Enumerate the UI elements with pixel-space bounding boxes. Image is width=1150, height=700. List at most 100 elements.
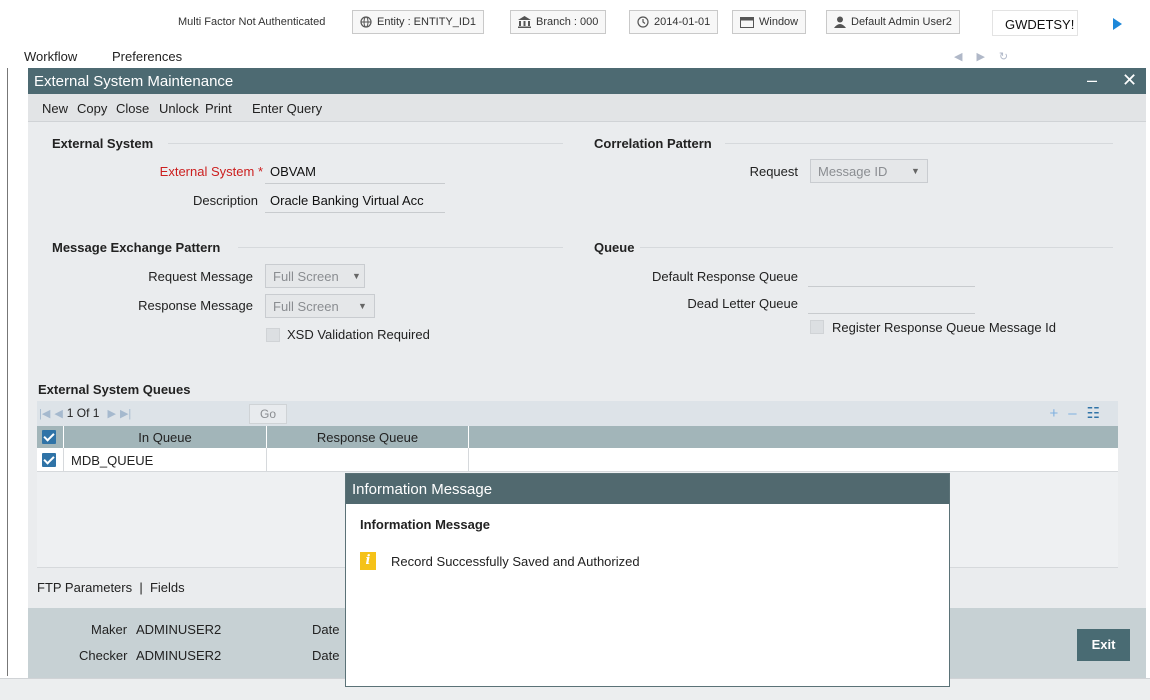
dialog-message: Record Successfully Saved and Authorized <box>391 554 640 569</box>
list-view-icon[interactable]: ☷ <box>1087 405 1110 422</box>
prev-page-icon[interactable]: ◀ <box>54 407 62 420</box>
xsd-validation-checkbox[interactable] <box>266 328 280 342</box>
user-label: Default Admin User2 <box>851 16 952 28</box>
checker-label: Checker <box>79 648 128 663</box>
clock-icon <box>637 16 649 28</box>
grid-header: In Queue Response Queue <box>37 426 1118 448</box>
information-dialog: Information Message Information Message … <box>345 473 950 687</box>
default-response-queue-label: Default Response Queue <box>652 269 798 284</box>
grid-actions: +–☷ <box>1049 404 1110 422</box>
date-chip[interactable]: 2014-01-01 <box>629 10 719 34</box>
section-correlation-pattern: Correlation Pattern <box>594 136 712 151</box>
exit-button[interactable]: Exit <box>1077 629 1130 661</box>
window-label: Window <box>759 16 799 28</box>
table-row[interactable]: MDB_QUEUE <box>37 448 1118 472</box>
section-queue: Queue <box>594 240 635 255</box>
register-response-queue-checkbox[interactable] <box>810 320 824 334</box>
divider <box>238 247 563 248</box>
xsd-validation-label: XSD Validation Required <box>287 327 430 342</box>
last-page-icon[interactable]: ▶| <box>120 407 131 420</box>
description-input[interactable]: Oracle Banking Virtual Acc <box>265 193 445 213</box>
go-button[interactable]: Go <box>249 404 287 424</box>
delete-row-icon[interactable]: – <box>1068 405 1086 422</box>
page-indicator: 1 Of 1 <box>66 406 100 420</box>
menu-workflow[interactable]: Workflow <box>24 49 77 64</box>
select-all-cell <box>37 426 64 448</box>
date-label: 2014-01-01 <box>654 16 711 28</box>
request-message-value: Full Screen <box>273 269 339 284</box>
chevron-down-icon: ▼ <box>352 271 361 281</box>
pager: |◀ ◀ 1 Of 1 ▶ ▶| <box>39 406 131 420</box>
close-icon[interactable]: ✕ <box>1122 70 1137 91</box>
dead-letter-queue-input[interactable] <box>808 313 975 314</box>
section-external-system: External System <box>52 136 154 151</box>
maker-date-label: Date <box>312 622 340 637</box>
dialog-heading: Information Message <box>360 517 491 532</box>
branch-label: Branch : 000 <box>536 16 599 28</box>
dialog-title: Information Message <box>346 474 949 504</box>
branch-chip[interactable]: Branch : 000 <box>510 10 607 34</box>
window-chip[interactable]: Window <box>732 10 807 34</box>
dead-letter-queue-label: Dead Letter Queue <box>687 296 798 311</box>
section-message-exchange: Message Exchange Pattern <box>52 240 221 255</box>
mfa-status: Multi Factor Not Authenticated <box>178 16 326 28</box>
external-system-label: External System * <box>159 164 263 179</box>
description-label: Description <box>192 193 258 208</box>
new-button[interactable]: New <box>42 101 68 116</box>
row-checkbox[interactable] <box>42 453 56 467</box>
play-icon[interactable] <box>1113 18 1122 30</box>
col-in-queue[interactable]: In Queue <box>64 426 267 448</box>
unlock-button[interactable]: Unlock <box>159 101 199 116</box>
in-queue-cell[interactable]: MDB_QUEUE <box>64 448 267 472</box>
divider <box>168 143 563 144</box>
external-system-input[interactable]: OBVAM <box>265 164 445 184</box>
request-message-label: Request Message <box>148 269 253 284</box>
checker-value: ADMINUSER2 <box>136 648 222 663</box>
top-bar: Multi Factor Not Authenticated Entity : … <box>0 0 1150 46</box>
request-label: Request <box>749 164 798 179</box>
col-response-queue[interactable]: Response Queue <box>267 426 469 448</box>
left-border <box>7 68 8 676</box>
response-message-select[interactable]: Full Screen ▼ <box>265 294 375 318</box>
request-select[interactable]: Message ID ▼ <box>810 159 928 183</box>
close-button[interactable]: Close <box>116 101 149 116</box>
menu-preferences[interactable]: Preferences <box>112 49 182 64</box>
bank-icon <box>518 16 531 28</box>
select-all-checkbox[interactable] <box>42 430 56 444</box>
response-message-label: Response Message <box>138 298 253 313</box>
queues-title: External System Queues <box>38 382 191 397</box>
menu-bar: Workflow Preferences ◀▶↻ <box>0 46 1150 68</box>
copy-button[interactable]: Copy <box>77 101 107 116</box>
info-icon: i <box>360 552 376 570</box>
window-title: External System Maintenance <box>34 73 234 90</box>
entity-chip[interactable]: Entity : ENTITY_ID1 <box>352 10 485 34</box>
print-button[interactable]: Print <box>205 101 232 116</box>
user-icon <box>834 16 846 28</box>
response-queue-cell[interactable] <box>267 448 469 472</box>
row-select-cell <box>37 448 64 472</box>
next-page-icon[interactable]: ▶ <box>107 407 115 420</box>
enter-query-button[interactable]: Enter Query <box>252 101 322 116</box>
register-response-queue-label: Register Response Queue Message Id <box>832 320 1057 335</box>
nav-icons[interactable]: ◀▶↻ <box>954 50 1022 63</box>
divider <box>725 143 1113 144</box>
maker-label: Maker <box>91 622 128 637</box>
chevron-down-icon: ▼ <box>911 166 920 176</box>
response-message-value: Full Screen <box>273 299 339 314</box>
grid-toolbar: |◀ ◀ 1 Of 1 ▶ ▶| Go +–☷ <box>37 401 1118 426</box>
add-row-icon[interactable]: + <box>1049 405 1068 422</box>
minimize-icon[interactable]: – <box>1087 70 1097 91</box>
action-toolbar: New Copy Close Unlock Print Enter Query <box>28 94 1146 122</box>
request-select-value: Message ID <box>818 164 888 179</box>
first-page-icon[interactable]: |◀ <box>39 407 50 420</box>
default-response-queue-input[interactable] <box>808 286 975 287</box>
divider <box>640 247 1113 248</box>
request-message-select[interactable]: Full Screen ▼ <box>265 264 365 288</box>
entity-label: Entity : ENTITY_ID1 <box>377 16 477 28</box>
subtabs[interactable]: FTP Parameters | Fields <box>37 580 185 595</box>
window-title-bar: External System Maintenance – ✕ <box>28 68 1146 94</box>
window-icon <box>740 16 754 28</box>
chevron-down-icon: ▼ <box>358 301 367 311</box>
user-chip[interactable]: Default Admin User2 <box>826 10 960 34</box>
function-id-input[interactable]: GWDETSY! <box>992 10 1078 36</box>
